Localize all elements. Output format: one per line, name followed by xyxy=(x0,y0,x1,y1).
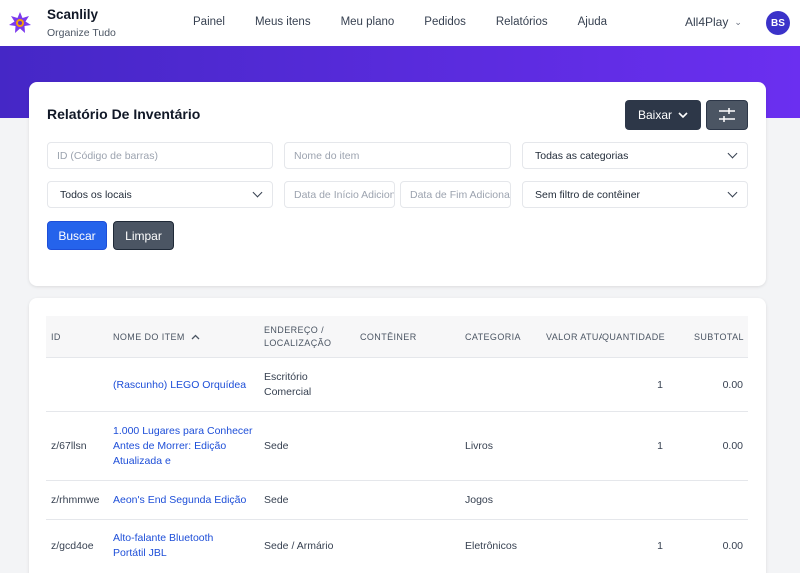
chevron-down-icon xyxy=(727,187,738,198)
chevron-down-icon xyxy=(252,187,263,198)
search-button[interactable]: Buscar xyxy=(47,221,107,250)
container-select[interactable]: Sem filtro de contêiner xyxy=(522,181,748,208)
cell-id: z/67llsn xyxy=(51,440,87,452)
clear-button[interactable]: Limpar xyxy=(113,221,174,250)
table-row: (Rascunho) LEGO Orquídea Escritório Come… xyxy=(46,359,748,412)
cell-category: Livros xyxy=(465,440,494,452)
sort-ascending-icon xyxy=(191,334,200,340)
table-row: z/67llsn 1.000 Lugares para Conhecer Ant… xyxy=(46,412,748,481)
nav-links: Painel Meus itens Meu plano Pedidos Rela… xyxy=(178,16,622,28)
avatar[interactable]: BS xyxy=(766,11,790,35)
cell-category: Eletrônicos xyxy=(465,540,517,552)
column-header-location[interactable]: ENDEREÇO / LOCALIZAÇÃO xyxy=(264,324,331,350)
location-select[interactable]: Todos os locais xyxy=(47,181,273,208)
cell-location: Sede / Armário xyxy=(264,540,334,552)
cell-quantity: 1 xyxy=(657,379,663,391)
sliders-icon xyxy=(719,108,735,122)
item-name-line1: 1.000 Lugares para Conhecer xyxy=(113,425,253,437)
top-nav: Scanlily Organize Tudo Painel Meus itens… xyxy=(0,0,800,46)
cell-location: Sede xyxy=(264,494,289,506)
cell-id: z/gcd4oe xyxy=(51,540,94,552)
container-select-value: Sem filtro de contêiner xyxy=(535,188,641,201)
cell-location: Sede xyxy=(264,440,289,452)
nav-link-ajuda[interactable]: Ajuda xyxy=(578,16,607,28)
item-name-line2: Antes de Morrer: Edição xyxy=(113,440,227,452)
table-row: z/rhmmwe Aeon's End Segunda Edição Sede … xyxy=(46,481,748,520)
category-select[interactable]: Todas as categorias xyxy=(522,142,748,169)
cell-category: Jogos xyxy=(465,494,494,506)
start-date-input[interactable]: Data de Início Adicionado xyxy=(284,181,395,208)
download-button[interactable]: Baixar xyxy=(625,100,701,130)
cell-location: Escritório Comercial xyxy=(264,370,311,400)
category-select-value: Todas as categorias xyxy=(535,149,629,162)
item-name-link[interactable]: Aeon's End Segunda Edição xyxy=(113,493,246,508)
filter-settings-button[interactable] xyxy=(706,100,748,130)
column-header-subtotal[interactable]: SUBTOTAL xyxy=(694,331,744,344)
end-date-input[interactable]: Data de Fim Adicionado xyxy=(400,181,511,208)
item-name-line1: Alto-falante Bluetooth xyxy=(113,532,214,544)
cell-location-line2: Comercial xyxy=(264,386,312,398)
scanlily-logo-icon[interactable] xyxy=(9,12,31,34)
cell-quantity: 1 xyxy=(657,440,663,452)
report-filter-card: Relatório De Inventário Baixar ID (Códig… xyxy=(29,82,766,286)
nav-link-pedidos[interactable]: Pedidos xyxy=(424,16,466,28)
cell-subtotal: 0.00 xyxy=(722,440,743,452)
chevron-down-icon xyxy=(678,111,688,118)
item-name-input[interactable]: Nome do item xyxy=(284,142,511,169)
item-name-link[interactable]: (Rascunho) LEGO Orquídea xyxy=(113,378,246,393)
nav-link-relatorios[interactable]: Relatórios xyxy=(496,16,548,28)
column-header-container[interactable]: CONTÊINER xyxy=(360,331,417,344)
table-row: z/gcd4oe Alto-falante Bluetooth Portátil… xyxy=(46,520,748,573)
column-header-id[interactable]: ID xyxy=(51,331,61,344)
cell-location-line1: Escritório xyxy=(264,371,308,383)
item-name-line3: Atualizada e xyxy=(113,455,171,467)
download-button-label: Baixar xyxy=(637,108,672,122)
cell-quantity: 1 xyxy=(657,540,663,552)
results-table-card: ID NOME DO ITEM ENDEREÇO / LOCALIZAÇÃO C… xyxy=(29,298,766,573)
brand-name[interactable]: Scanlily xyxy=(47,7,98,22)
column-header-name[interactable]: NOME DO ITEM xyxy=(113,331,200,344)
location-select-value: Todos os locais xyxy=(60,188,132,201)
column-header-value[interactable]: VALOR ATUAL xyxy=(546,331,611,344)
table-header: ID NOME DO ITEM ENDEREÇO / LOCALIZAÇÃO C… xyxy=(46,316,748,358)
item-name-link[interactable]: Alto-falante Bluetooth Portátil JBL xyxy=(113,531,213,561)
id-search-input[interactable]: ID (Código de barras) xyxy=(47,142,273,169)
brand-tagline: Organize Tudo xyxy=(47,27,116,39)
page-title: Relatório De Inventário xyxy=(47,106,201,122)
cell-subtotal: 0.00 xyxy=(722,379,743,391)
chevron-down-icon: ⌄ xyxy=(734,16,742,27)
item-name-link[interactable]: 1.000 Lugares para Conhecer Antes de Mor… xyxy=(113,424,253,469)
column-header-category[interactable]: CATEGORIA xyxy=(465,331,521,344)
cell-subtotal: 0.00 xyxy=(722,540,743,552)
nav-link-meu-plano[interactable]: Meu plano xyxy=(341,16,395,28)
column-header-location-line1: ENDEREÇO / xyxy=(264,325,325,335)
column-header-quantity[interactable]: QUANTIDADE xyxy=(602,331,666,344)
account-menu[interactable]: All4Play ⌄ xyxy=(685,15,742,29)
nav-link-painel[interactable]: Painel xyxy=(193,16,225,28)
item-name-line2: Portátil JBL xyxy=(113,547,167,559)
column-header-location-line2: LOCALIZAÇÃO xyxy=(264,338,332,348)
nav-link-meus-itens[interactable]: Meus itens xyxy=(255,16,311,28)
column-header-name-label: NOME DO ITEM xyxy=(113,332,185,342)
cell-id: z/rhmmwe xyxy=(51,494,100,506)
chevron-down-icon xyxy=(727,148,738,159)
account-name: All4Play xyxy=(685,15,729,29)
